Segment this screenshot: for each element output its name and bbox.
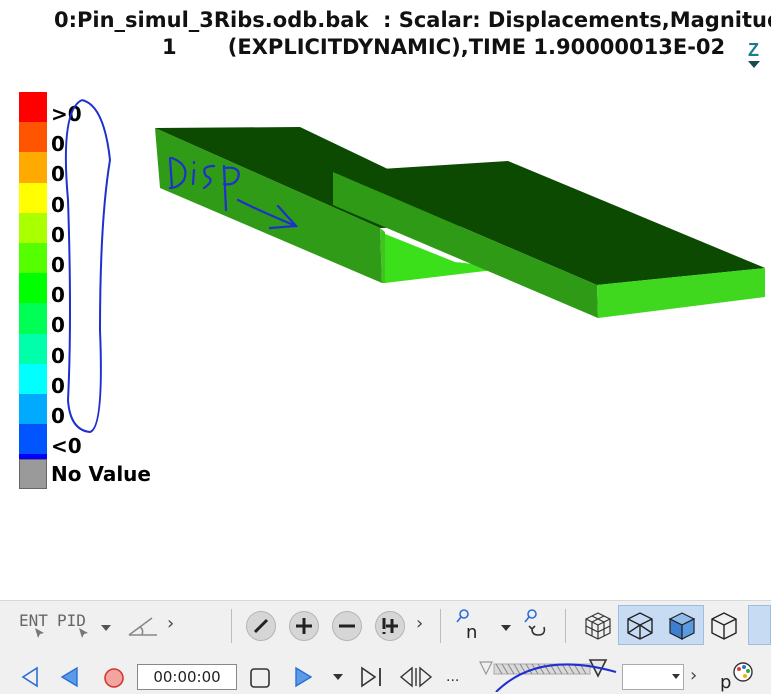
svg-text:p: p <box>720 672 731 692</box>
outline-icon[interactable] <box>706 609 740 643</box>
cursor-icon <box>35 628 44 638</box>
more-options[interactable]: ... <box>446 668 459 686</box>
record-icon[interactable] <box>102 666 126 690</box>
frame-slider[interactable] <box>478 652 618 692</box>
dropdown-arrow-icon[interactable] <box>100 624 112 632</box>
separator <box>565 609 566 643</box>
query-reset-icon[interactable] <box>524 609 550 639</box>
separator <box>231 609 232 643</box>
toolbar1-more-icon[interactable]: › <box>167 613 174 634</box>
remove-tool-button[interactable] <box>332 611 362 641</box>
time-field[interactable]: 00:00:00 <box>137 664 237 690</box>
exclusive-add-button[interactable] <box>375 611 405 641</box>
dropdown-arrow-icon <box>672 674 680 679</box>
wireframe-mesh-icon[interactable] <box>580 609 614 643</box>
play-forward-icon[interactable] <box>293 666 315 688</box>
line-tool-button[interactable] <box>246 611 276 641</box>
play-options-arrow-icon[interactable] <box>332 673 344 681</box>
first-frame-icon[interactable] <box>20 666 40 688</box>
hidden-line-icon[interactable] <box>622 609 656 643</box>
add-tool-button[interactable] <box>289 611 319 641</box>
dropdown-arrow-icon[interactable] <box>500 624 512 632</box>
toolbar2-more-icon[interactable]: › <box>690 665 697 686</box>
cursor-icon <box>79 628 88 638</box>
separator <box>440 609 441 643</box>
play-backward-icon[interactable] <box>58 666 80 688</box>
last-frame-icon[interactable] <box>359 666 385 688</box>
model-viewport[interactable] <box>0 0 771 600</box>
shaded-icon[interactable] <box>664 609 698 643</box>
palette-icon[interactable]: p <box>716 658 756 692</box>
legend-annotation-loop <box>64 99 112 434</box>
render-style-overflow[interactable] <box>748 605 771 645</box>
toolbar1-more-icon-2[interactable]: › <box>416 613 423 634</box>
step-frames-icon[interactable] <box>398 666 434 688</box>
stop-icon[interactable] <box>248 666 272 690</box>
query-button[interactable]: n <box>466 622 477 643</box>
angle-icon[interactable] <box>126 612 160 638</box>
query-magnifier-icon <box>456 609 469 623</box>
